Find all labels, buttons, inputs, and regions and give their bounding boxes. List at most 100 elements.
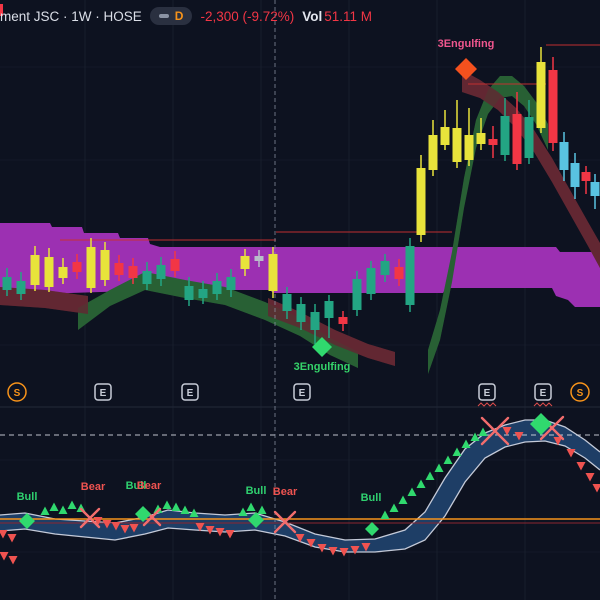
event-badge-E[interactable]: E [94,383,112,401]
candle-body [310,312,320,330]
signal-diamond [365,522,379,536]
interval-toggle-button[interactable]: D [149,7,193,25]
up-triangle [434,463,444,472]
candle-body [416,168,426,235]
candle-body [500,116,510,155]
price-change: -2,300 (-9.72%) [200,8,295,24]
chart-canvas[interactable]: S E E E E E SBullBear BullBear Bull Bear Bull3Engu… [0,0,600,600]
candle-body [548,70,558,143]
up-triangle [238,507,248,516]
up-triangle [58,505,68,514]
candle-body [86,247,96,288]
up-triangle [478,427,488,436]
svg-text:S: S [577,388,584,399]
up-triangle [452,447,462,456]
candle-body [296,304,306,322]
interval-badge: D [174,9,184,23]
candle-body [488,139,498,145]
bull-label: Bull [17,491,38,503]
down-triangle [8,556,18,565]
candle-body [452,128,462,162]
down-triangle [225,530,235,539]
bull-label: Bull [361,492,382,504]
bear-label: Bear [81,481,106,493]
candle-body [476,133,486,144]
event-badge-S[interactable]: S [570,382,590,402]
event-badge-E[interactable]: E [181,383,199,401]
bear-label: Bear [273,486,298,498]
event-badge-E[interactable]: E [477,383,497,407]
toggle-dash-icon [158,14,169,18]
down-triangle [566,449,576,458]
candle-body [268,254,278,291]
candle-body [380,261,390,275]
trading-chart-window: S E E E E E S Bull Bear Bull Bear Bull Bear Bull 3Engu… [0,0,600,600]
up-triangle [380,510,390,519]
svg-text:E: E [100,388,107,399]
candle-body [338,317,348,324]
candle-body [282,294,292,311]
up-triangle [398,495,408,504]
up-triangle [162,500,172,509]
candle-body [58,267,68,278]
candle-body [72,262,82,272]
volume-value: 51.11 M [324,8,373,24]
up-triangle [257,505,267,514]
up-triangle [389,503,399,512]
candle-body [352,279,362,310]
candle-body [524,117,534,158]
candle-body [170,259,180,271]
candle-body [2,277,12,290]
volume-label: Vol [302,8,323,24]
candle-body [184,286,194,300]
down-triangle [7,534,17,543]
down-triangle [0,530,8,539]
svg-text:E: E [299,388,306,399]
chart-legend: ment JSC · 1W · HOSE D -2,300 (-9.72%) V… [0,7,372,25]
svg-text:S: S [14,388,21,399]
up-triangle [407,487,417,496]
candle-body [581,172,591,181]
svg-text:E: E [187,388,194,399]
candle-body [156,265,166,279]
event-badge-E[interactable]: E [533,383,553,407]
event-badge-E[interactable]: E [293,383,311,401]
up-triangle [470,432,480,441]
bull-label: Bull [246,485,267,497]
candle-body [142,271,152,284]
candle-body [405,246,415,305]
candle-body [100,250,110,280]
svg-text:E: E [484,388,491,399]
candle-body [198,289,208,298]
down-triangle [585,473,595,482]
candle-body [590,182,600,196]
candle-body [366,268,376,294]
candle-body [440,127,450,145]
up-triangle [425,471,435,480]
bear-label: Bear [137,480,162,492]
candle-body [428,135,438,170]
up-triangle [49,502,59,511]
candle-body [114,263,124,275]
down-triangle [0,552,9,561]
candle-body [254,256,264,261]
event-badge-S[interactable]: S [7,382,27,402]
candle-body [536,62,546,128]
candle-body [240,256,250,269]
up-triangle [180,505,190,514]
candle-body [16,281,26,294]
symbol-title: ment JSC · 1W · HOSE [0,8,142,24]
engulfing-label: 3Engulfing [294,361,351,373]
candle-body [212,281,222,294]
candle-body [464,135,474,160]
up-triangle [416,479,426,488]
candle-body [570,163,580,187]
down-triangle [592,484,600,493]
down-triangle [576,462,586,471]
up-triangle [246,502,256,511]
engulfing-label: 3Engulfing [438,38,495,50]
candle-body [394,267,404,279]
candle-body [512,114,522,164]
candle-body [226,277,236,290]
svg-text:E: E [540,388,547,399]
